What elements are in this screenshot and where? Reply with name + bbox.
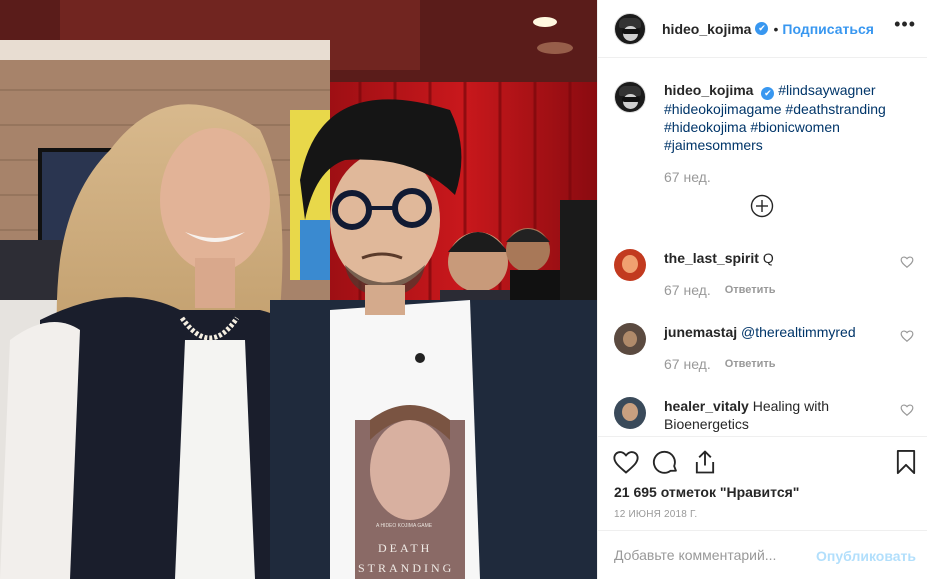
comment-item: the_last_spirit Q 67 нед. Ответить (614, 249, 914, 299)
svg-text:STRANDING: STRANDING (358, 561, 454, 575)
caption-username[interactable]: hideo_kojima (664, 82, 753, 98)
comment-item: healer_vitaly Healing with Bioenergetics (614, 397, 914, 433)
reply-button[interactable]: Ответить (725, 281, 776, 299)
comment-mention[interactable]: @therealtimmyred (741, 324, 856, 340)
more-icon[interactable]: ••• (894, 14, 916, 35)
author-avatar[interactable] (614, 12, 646, 45)
comment-item: junemastaj @therealtimmyred 67 нед. Отве… (614, 323, 914, 373)
commenter-avatar[interactable] (614, 397, 646, 429)
post-date: 12 ИЮНЯ 2018 Г. (614, 509, 698, 520)
comment-age: 67 нед. (664, 356, 711, 372)
hashtag[interactable]: #lindsaywagner (778, 82, 875, 98)
commenter-avatar[interactable] (614, 323, 646, 355)
hashtag[interactable]: #bionicwomen (750, 119, 840, 135)
post-side-panel: hideo_kojima ✔ • Подписаться ••• hideo_k… (597, 0, 927, 579)
heart-icon[interactable] (900, 403, 914, 417)
heart-icon[interactable] (900, 329, 914, 343)
caption: hideo_kojima ✔ #lindsaywagner #hideokoji… (614, 81, 914, 186)
author-username[interactable]: hideo_kojima (662, 21, 751, 37)
comment-age: 67 нед. (664, 282, 711, 298)
caption-age: 67 нед. (664, 169, 711, 185)
commenter-username[interactable]: healer_vitaly (664, 398, 749, 414)
hashtag[interactable]: #hideokojima (664, 119, 747, 135)
verified-icon: ✔ (755, 22, 769, 35)
comment-icon[interactable] (652, 448, 680, 476)
hashtag[interactable]: #hideokojimagame (664, 101, 782, 117)
likes-count[interactable]: 21 695 отметок "Нравится" (614, 484, 799, 500)
plus-circle-icon[interactable] (750, 194, 774, 218)
shirt-small-text: A HIDEO KOJIMA GAME (376, 523, 433, 529)
shirt-title: DEATH (378, 541, 432, 555)
comment-text: Q (762, 250, 774, 266)
verified-icon: ✔ (761, 87, 775, 100)
post-actions: 21 695 отметок "Нравится" 12 ИЮНЯ 2018 Г… (598, 436, 927, 530)
reply-button[interactable]: Ответить (725, 355, 776, 373)
share-icon[interactable] (691, 448, 719, 476)
commenter-avatar[interactable] (614, 249, 646, 281)
photo-illustration: A HIDEO KOJIMA GAME DEATH STRANDING (0, 0, 597, 579)
comments-list[interactable]: hideo_kojima ✔ #lindsaywagner #hideokoji… (598, 59, 927, 436)
caption-body: hideo_kojima ✔ #lindsaywagner #hideokoji… (664, 81, 894, 186)
add-comment-bar: Опубликовать (598, 530, 927, 579)
publish-button[interactable]: Опубликовать (816, 548, 916, 564)
instagram-post-modal: A HIDEO KOJIMA GAME DEATH STRANDING hide… (0, 0, 927, 579)
hashtag[interactable]: #deathstranding (785, 101, 885, 117)
comment-input[interactable] (614, 547, 814, 563)
bookmark-icon[interactable] (892, 448, 920, 476)
hashtag[interactable]: #jaimesommers (664, 137, 763, 153)
commenter-username[interactable]: the_last_spirit (664, 250, 759, 266)
separator-dot: • (773, 20, 779, 37)
post-header: hideo_kojima ✔ • Подписаться ••• (598, 0, 927, 58)
heart-icon[interactable] (900, 255, 914, 269)
author-avatar-small[interactable] (614, 81, 646, 113)
follow-button[interactable]: Подписаться (782, 21, 874, 37)
post-photo[interactable]: A HIDEO KOJIMA GAME DEATH STRANDING (0, 0, 597, 579)
heart-icon[interactable] (612, 448, 640, 476)
commenter-username[interactable]: junemastaj (664, 324, 737, 340)
